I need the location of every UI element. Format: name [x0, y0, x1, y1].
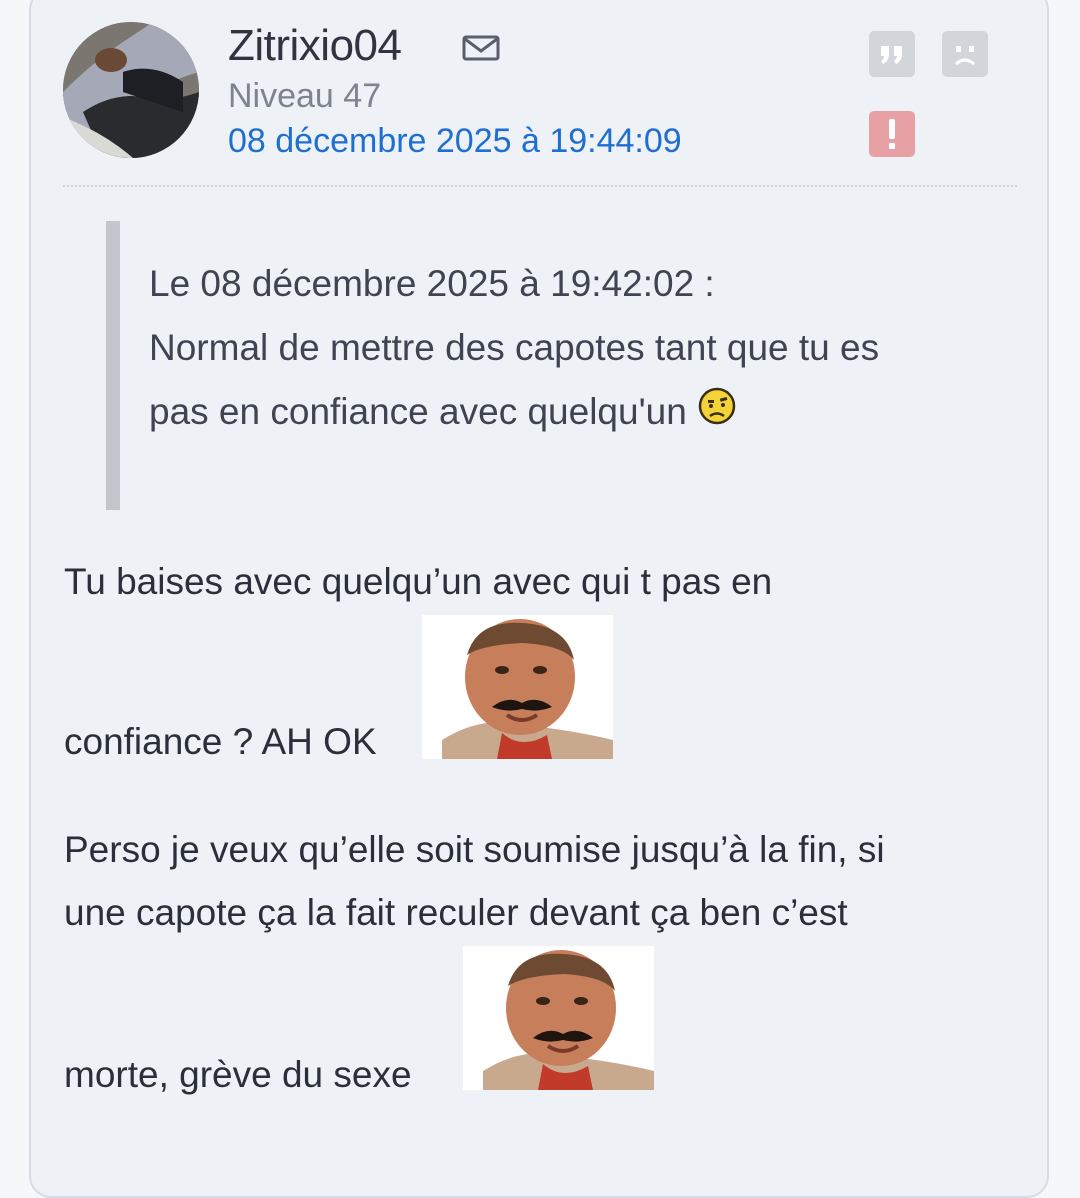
message-line: Perso je veux qu’elle soit soumise jusqu…	[64, 829, 885, 870]
thinking-smiley-icon	[697, 382, 737, 425]
quote-line: Normal de mettre des capotes tant que tu…	[149, 327, 880, 368]
report-button[interactable]	[869, 111, 915, 157]
sad-face-icon	[955, 46, 975, 66]
avatar[interactable]	[63, 22, 199, 158]
mail-icon[interactable]	[461, 32, 501, 64]
message-line: Tu baises avec quelqu’un avec qui t pas …	[64, 561, 773, 602]
message-line: morte, grève du sexe	[64, 1054, 412, 1095]
message-line: une capote ça la fait reculer devant ça …	[64, 892, 848, 933]
quote-line-with-smiley: pas en confiance avec quelqu'un	[149, 380, 999, 444]
laughing-man-sticker	[422, 615, 613, 759]
username-link[interactable]: Zitrixio04	[228, 18, 402, 74]
header-divider	[63, 185, 1017, 187]
message-line: confiance ? AH OK	[64, 721, 377, 762]
quote-button[interactable]	[869, 31, 915, 77]
quoted-message: Le 08 décembre 2025 à 19:42:02 : Normal …	[149, 252, 999, 444]
quote-header: Le 08 décembre 2025 à 19:42:02 :	[149, 263, 715, 304]
sad-face-button[interactable]	[942, 31, 988, 77]
quote-icon	[881, 46, 902, 64]
quote-bar	[106, 221, 120, 510]
laughing-man-sticker	[463, 946, 654, 1090]
quote-line: pas en confiance avec quelqu'un	[149, 391, 687, 432]
exclamation-icon	[889, 119, 895, 149]
post-date-link[interactable]: 08 décembre 2025 à 19:44:09	[228, 120, 682, 162]
user-level: Niveau 47	[228, 77, 382, 115]
